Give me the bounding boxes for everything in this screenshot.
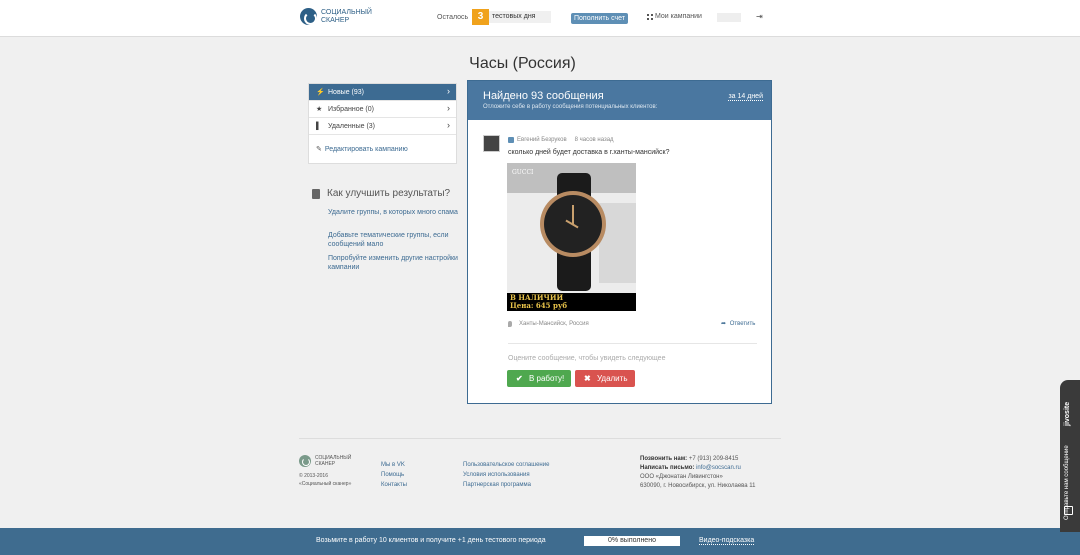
- chevron-right-icon: ›: [447, 120, 450, 130]
- star-icon: ★: [316, 106, 323, 113]
- vk-icon: [508, 137, 514, 143]
- message-location: Ханты-Мансийск, Россия: [508, 321, 589, 327]
- grid-icon: [647, 13, 653, 20]
- rate-hint: Оцените сообщение, чтобы увидеть следующ…: [508, 355, 666, 362]
- page-title: Часы (Россия): [469, 55, 576, 72]
- reply-icon: ➦: [721, 321, 727, 327]
- bonus-bar: Возьмите в работу 10 клиентов и получите…: [0, 528, 1080, 555]
- footer-company: ООО «Джонатан Ливингстон»: [640, 474, 723, 480]
- jivosite-brand: jivosite: [1064, 401, 1071, 426]
- message-time: 8 часов назад: [574, 137, 614, 143]
- accept-button[interactable]: ✔ В работу!: [507, 370, 571, 387]
- map-pin-icon: [508, 321, 512, 327]
- logo-text: СОЦИАЛЬНЫЙ СКАНЕР: [321, 8, 372, 24]
- author-line: Евгений Безруков 8 часов назад: [508, 137, 614, 143]
- panel-subtitle: Отложите себе в работу сообщения потенци…: [483, 104, 658, 110]
- sidebar-menu: ⚡ Новые (93) › ★ Избранное (0) › ▌ Удале…: [308, 83, 457, 164]
- footer-link-help[interactable]: Помощь: [381, 472, 404, 478]
- my-campaigns-link[interactable]: Мои кампании: [647, 13, 702, 20]
- message-photo[interactable]: GUCCI В НАЛИЧИИ Цена: 645 руб: [507, 163, 636, 311]
- help-link-change-settings[interactable]: Попробуйте изменить другие настройки кам…: [328, 254, 458, 272]
- user-name[interactable]: [717, 13, 741, 22]
- chat-icon: [1064, 506, 1073, 515]
- footer-link-contacts[interactable]: Контакты: [381, 482, 407, 488]
- close-icon: ✖: [584, 374, 591, 383]
- book-icon: [312, 188, 320, 199]
- footer-logo: СОЦИАЛЬНЫЙ СКАНЕР: [299, 455, 351, 467]
- reply-link[interactable]: ➦ Ответить: [721, 320, 755, 327]
- trial-days-badge: 3 тестовых дня: [472, 9, 552, 25]
- logo-icon: [299, 455, 311, 467]
- help-link-remove-spam[interactable]: Удалите группы, в которых много спама: [328, 208, 458, 217]
- sidebar-item-deleted[interactable]: ▌ Удаленные (3) ›: [309, 118, 456, 135]
- panel-header: Найдено 93 сообщения Отложите себе в раб…: [468, 81, 771, 120]
- sidebar-item-label: Удаленные (3): [328, 122, 376, 130]
- footer-link-agreement[interactable]: Пользовательское соглашение: [463, 462, 549, 468]
- pencil-icon: ✎: [316, 146, 322, 153]
- edit-campaign-link[interactable]: ✎ Редактировать кампанию: [309, 135, 456, 163]
- chevron-right-icon: ›: [447, 103, 450, 113]
- footer-address: 630090, г. Новосибирск, ул. Николаева 11: [640, 483, 756, 489]
- bonus-progress: 0% выполнено: [584, 536, 680, 546]
- sidebar-item-new[interactable]: ⚡ Новые (93) ›: [309, 84, 456, 101]
- topup-button[interactable]: Пополнить счет: [571, 13, 629, 24]
- top-header: СОЦИАЛЬНЫЙ СКАНЕР Осталось 3 тестовых дн…: [0, 0, 1080, 37]
- footer-link-partner[interactable]: Партнерская программа: [463, 482, 531, 488]
- copyright: © 2013-2016 «Социальный сканер»: [299, 473, 352, 487]
- logo-icon: [300, 8, 317, 25]
- footer-email: Написать письмо: info@socscan.ru: [640, 465, 741, 471]
- edit-campaign-label: Редактировать кампанию: [324, 145, 408, 153]
- trial-days-label: тестовых дня: [489, 11, 552, 23]
- logout-icon[interactable]: ⇥: [756, 12, 763, 21]
- chevron-right-icon: ›: [447, 86, 450, 96]
- footer-phone: Позвонить нам: +7 (913) 209-8415: [640, 456, 739, 462]
- sidebar-item-favorites[interactable]: ★ Избранное (0) ›: [309, 101, 456, 118]
- author-name[interactable]: Евгений Безруков: [517, 137, 567, 143]
- bookmark-icon: ▌: [316, 122, 321, 130]
- divider: [508, 343, 757, 344]
- sidebar-item-label: Избранное (0): [328, 105, 374, 113]
- bonus-text: Возьмите в работу 10 клиентов и получите…: [316, 537, 546, 544]
- footer-link-vk[interactable]: Мы в VK: [381, 462, 405, 468]
- delete-button[interactable]: ✖ Удалить: [575, 370, 635, 387]
- sidebar-item-label: Новые (93): [328, 88, 364, 96]
- logo[interactable]: СОЦИАЛЬНЫЙ СКАНЕР: [300, 8, 372, 25]
- avatar[interactable]: [483, 135, 500, 152]
- lightning-icon: ⚡: [316, 89, 325, 96]
- video-hint-link[interactable]: Видео-подсказка: [699, 537, 755, 545]
- panel-title: Найдено 93 сообщения: [483, 90, 604, 102]
- trial-days-count: 3: [472, 9, 489, 25]
- remaining-label: Осталось: [437, 14, 469, 21]
- footer-link-terms[interactable]: Условия использования: [463, 472, 530, 478]
- photo-banner: В НАЛИЧИИ Цена: 645 руб: [507, 293, 636, 311]
- period-selector[interactable]: за 14 дней: [728, 93, 763, 101]
- help-title: Как улучшить результаты?: [312, 188, 450, 199]
- footer-divider: [299, 438, 781, 439]
- my-campaigns-label: Мои кампании: [655, 13, 702, 20]
- photo-brand: GUCCI: [512, 169, 534, 176]
- message-text: сколько дней будет доставка в г.ханты-ма…: [508, 149, 670, 156]
- email-link[interactable]: info@socscan.ru: [696, 465, 741, 471]
- check-icon: ✔: [516, 374, 523, 383]
- help-link-add-groups[interactable]: Добавьте тематические группы, если сообщ…: [328, 231, 458, 249]
